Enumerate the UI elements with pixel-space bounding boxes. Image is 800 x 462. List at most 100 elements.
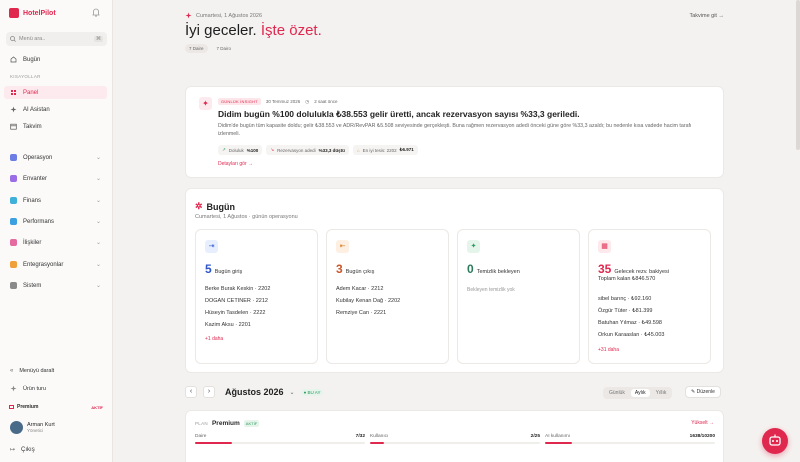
trend-down-icon: ↘: [270, 147, 275, 152]
nav-group-relations[interactable]: İlişkiler ⌄: [4, 236, 107, 249]
list-item[interactable]: Orkun Karaaslan · ₺45.003: [598, 332, 664, 344]
pencil-icon: ✎: [691, 389, 696, 395]
upgrade-label: Yükselt: [691, 420, 708, 426]
brand-name: HotelPilot: [23, 9, 56, 17]
metric-label: Doluluk: [228, 147, 244, 153]
logout-icon: ⇤: [336, 240, 349, 253]
checkin-head: 5 Bugün giriş: [205, 262, 242, 276]
page-title: İyi geceler. İşte özet.: [185, 22, 322, 39]
nav-group-operations[interactable]: Operasyon ⌄: [4, 151, 107, 164]
nav-group-performance[interactable]: Performans ⌄: [4, 215, 107, 228]
list-item[interactable]: Berke Burak Keskin · 2202: [205, 286, 270, 298]
view-yearly[interactable]: Yıllık: [652, 389, 671, 397]
list-item[interactable]: Remziye Can · 2221: [336, 310, 400, 322]
edit-button[interactable]: ✎ Düzenle: [685, 386, 721, 398]
usage-ai: AI kullanımı 1638/10200: [545, 434, 715, 444]
prev-month-button[interactable]: ‹: [185, 386, 197, 398]
future-more-link[interactable]: +31 daha: [598, 347, 619, 353]
bell-icon[interactable]: [92, 8, 100, 17]
cleaning-head: 0 Temizlik bekleyen: [467, 262, 520, 276]
plan-label: PLAN: [195, 421, 208, 426]
shortcuts-label: KISAYOLLAR: [10, 74, 41, 79]
cleaning-box[interactable]: ✦ 0 Temizlik bekleyen Bekleyen temizlik …: [457, 229, 580, 364]
view-daily[interactable]: Günlük: [605, 389, 629, 397]
month-label[interactable]: Ağustos 2026: [225, 387, 284, 397]
next-month-button[interactable]: ›: [203, 386, 215, 398]
users-icon: [10, 239, 17, 246]
nav-ai-assistant[interactable]: AI Asistan: [4, 103, 107, 116]
metric-label: Rezervasyon adedi: [277, 147, 316, 153]
logout-icon: ↦: [10, 447, 16, 453]
scrollbar[interactable]: [796, 0, 800, 150]
plan-name: Premium: [211, 420, 240, 427]
usage-value: 2/25: [530, 434, 540, 439]
premium-plan-row[interactable]: Premium AKTİF: [6, 402, 107, 412]
insight-age: 2 saat önce: [314, 99, 338, 104]
future-balance-box[interactable]: ▦ 35 Gelecek rezv. bakiyesi Toplam kalan…: [588, 229, 711, 364]
list-item[interactable]: DOGAN CETINER · 2212: [205, 298, 270, 310]
nav-group-finance[interactable]: Finans ⌄: [4, 194, 107, 207]
today-subtitle: Cumartesi, 1 Ağustos · günün operasyonu: [195, 214, 298, 220]
list-item[interactable]: Hüseyin Tasdelen · 2222: [205, 310, 270, 322]
usage-users: Kullanıcı 2/25: [370, 434, 540, 444]
future-head: 35 Gelecek rezv. bakiyesi: [598, 262, 669, 276]
plan-card: PLAN Premium AKTİF Yükselt → Daire 7/32 K…: [185, 410, 724, 462]
future-total: Toplam kalan ₺846.570: [598, 276, 656, 282]
metric-value: ₺6.971: [399, 147, 414, 152]
list-item[interactable]: Adem Kacar · 2212: [336, 286, 400, 298]
checkin-count: 5: [205, 262, 212, 276]
go-to-calendar-link[interactable]: Takvime git →: [689, 13, 724, 19]
login-icon: ⇥: [205, 240, 218, 253]
ai-assistant-fab[interactable]: [762, 428, 788, 454]
rooms-chip[interactable]: 7 Daire: [185, 44, 208, 53]
checkin-label: Bugün giriş: [214, 269, 243, 275]
list-item[interactable]: Kubilay Kenan Dağ · 2202: [336, 298, 400, 310]
pulse-icon: [10, 154, 17, 161]
usage-rooms: Daire 7/32: [195, 434, 365, 444]
metric-label: En iyi tesis: 2202: [362, 147, 397, 153]
list-item[interactable]: Batuhan Yılmaz · ₺49.598: [598, 320, 664, 332]
sparkle-icon: [185, 12, 192, 19]
checkin-box[interactable]: ⇥ 5 Bugün giriş Berke Burak Keskin · 220…: [195, 229, 318, 364]
metric-value: %100: [246, 147, 259, 153]
product-tour-button[interactable]: Ürün turu: [4, 382, 107, 395]
nav-label: Finans: [23, 197, 42, 204]
usage-label: Kullanıcı: [370, 434, 389, 439]
user-profile[interactable]: Arman Kurt Yönetici: [10, 421, 55, 434]
cleaning-empty-text: Bekleyen temizlik yok: [467, 287, 515, 293]
card-icon: [9, 405, 14, 409]
menu-search-input[interactable]: Menü ara.. ⌘: [6, 32, 107, 46]
usage-bar: [370, 442, 540, 444]
chevron-down-icon[interactable]: ⌄: [290, 389, 295, 396]
nav-label: İlişkiler: [23, 239, 42, 246]
nav-group-system[interactable]: Sistem ⌄: [4, 279, 107, 292]
nav-group-inventory[interactable]: Envanter ⌄: [4, 172, 107, 185]
logout-button[interactable]: ↦ Çıkış: [4, 443, 107, 456]
insight-date: 30 Temmuz 2026: [265, 99, 301, 104]
insight-details-link[interactable]: Detayları gör →: [218, 161, 253, 167]
usage-label: Daire: [195, 434, 207, 439]
insight-title: Didim bugün %100 dolulukla ₺38.553 gelir…: [218, 109, 580, 119]
nav-panel[interactable]: Panel: [4, 86, 107, 99]
insight-metrics: ↗ Doluluk %100 ↘ Rezervasyon adedi %33,3…: [218, 145, 418, 155]
nav-today[interactable]: Bugün: [4, 53, 107, 66]
brand[interactable]: HotelPilot: [9, 8, 56, 18]
usage-value: 1638/10200: [689, 434, 715, 439]
view-monthly[interactable]: Aylık: [630, 389, 650, 397]
nav-calendar[interactable]: Takvim: [4, 120, 107, 133]
details-link-label: Detayları gör: [218, 161, 247, 167]
insight-badge: GÜNLÜK İNSIGHT: [218, 98, 261, 105]
list-item[interactable]: sibel barınç · ₺92.160: [598, 296, 664, 308]
nav-group-integrations[interactable]: Entegrasyonlar ⌄: [4, 258, 107, 271]
list-item[interactable]: Özgür Tüter · ₺81.399: [598, 308, 664, 320]
list-item[interactable]: Kazim Aksu · 2201: [205, 322, 270, 334]
nav-label: AI Asistan: [23, 106, 50, 113]
usage-label: AI kullanımı: [545, 434, 571, 439]
upgrade-link[interactable]: Yükselt →: [691, 420, 714, 426]
collapse-menu-button[interactable]: « Menüyü daralt: [4, 364, 107, 377]
checkin-more-link[interactable]: +1 daha: [205, 336, 223, 342]
metric-occupancy: ↗ Doluluk %100: [218, 145, 263, 155]
checkout-box[interactable]: ⇤ 3 Bugün çıkış Adem Kacar · 2212 Kubila…: [326, 229, 449, 364]
usage-bar-fill: [195, 442, 233, 444]
robot-icon: [769, 434, 781, 446]
